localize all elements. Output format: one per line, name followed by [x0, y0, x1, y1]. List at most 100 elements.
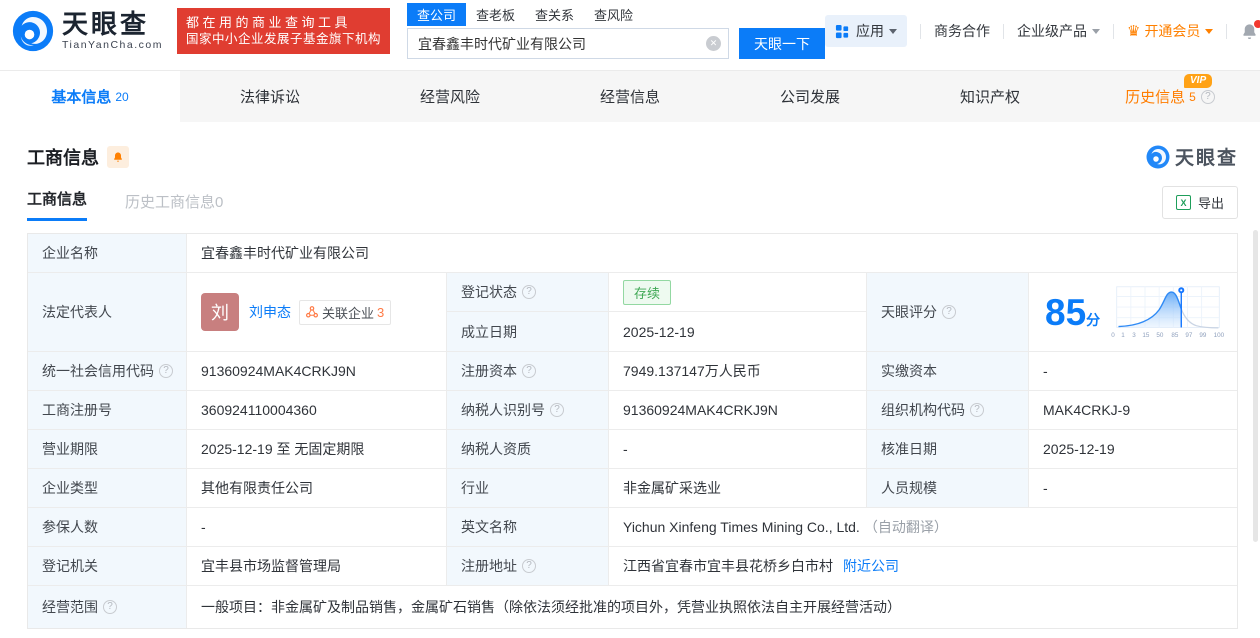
help-icon[interactable]: ? [522, 559, 536, 573]
help-icon[interactable]: ? [522, 364, 536, 378]
avatar[interactable]: 刘 [201, 293, 239, 331]
promo-line2: 国家中小企业发展子基金旗下机构 [185, 32, 381, 46]
label-text: 纳税人资质 [461, 441, 531, 457]
promo-line1: 都在用的商业查询工具 [185, 15, 351, 30]
help-icon[interactable]: ? [159, 364, 173, 378]
help-icon[interactable]: ? [942, 305, 956, 319]
reg-authority-value: 宜丰县市场监督管理局 [187, 547, 447, 586]
reg-number-value: 360924110004360 [187, 391, 447, 430]
header-divider [1226, 23, 1228, 39]
label-text: 纳税人识别号 [461, 402, 545, 418]
value-text: 宜春鑫丰时代矿业有限公司 [201, 245, 369, 261]
search-tab-relation[interactable]: 查关系 [525, 3, 584, 26]
value-text: 2025-12-19 至 无固定期限 [201, 441, 365, 457]
help-icon[interactable]: ? [970, 403, 984, 417]
tianyancha-logo[interactable]: 天眼查 TianYanCha.com [12, 10, 163, 52]
clear-icon[interactable]: ✕ [705, 36, 721, 51]
insured-count-label: 参保人数 [28, 508, 187, 547]
export-button[interactable]: X 导出 [1161, 186, 1238, 219]
label-text: 经营范围 [42, 599, 98, 615]
subscribe-bell-button[interactable] [107, 145, 129, 168]
help-icon[interactable]: ? [103, 600, 117, 614]
section-title: 工商信息 [27, 147, 99, 168]
label-text: 组织机构代码 [881, 402, 965, 418]
apps-menu[interactable]: 应用 [824, 15, 907, 47]
value-text: - [201, 519, 206, 535]
apps-grid-icon [835, 24, 849, 38]
top-header: 天眼查 TianYanCha.com 都在用的商业查询工具 国家中小企业发展子基… [0, 0, 1260, 62]
reg-capital-label: 注册资本? [447, 352, 609, 391]
tab-history-info[interactable]: VIP 历史信息 5 ? [1080, 71, 1260, 122]
header-divider [1002, 23, 1004, 39]
score-unit: 分 [1086, 311, 1101, 328]
value-text: 2025-12-19 [1043, 441, 1115, 457]
search-tab-company[interactable]: 查公司 [406, 3, 466, 26]
subtab-business-info[interactable]: 工商信息 [27, 188, 88, 221]
business-cooperation-link[interactable]: 商务合作 [934, 21, 990, 41]
search-button[interactable]: 天眼一下 [738, 28, 825, 59]
excel-icon: X [1175, 195, 1191, 210]
axis-tick: 85 [1170, 332, 1178, 339]
related-companies-badge[interactable]: 关联企业 3 [299, 299, 392, 325]
search-tabs: 查公司 查老板 查关系 查风险 [406, 3, 825, 26]
brand-name: 天眼查 [62, 9, 150, 39]
company-type-label: 企业类型 [28, 469, 187, 508]
tab-operation-risk[interactable]: 经营风险 [360, 71, 540, 122]
tab-basic-info[interactable]: 基本信息 20 [0, 71, 180, 122]
reg-number-label: 工商注册号 [28, 391, 187, 430]
axis-tick: 1 [1121, 332, 1126, 339]
org-code-label: 组织机构代码? [867, 391, 1029, 430]
taxpayer-quality-label: 纳税人资质 [447, 430, 609, 469]
subtab-history-business-info[interactable]: 历史工商信息0 [125, 191, 223, 221]
tab-history-info-label: 历史信息 [1125, 89, 1186, 106]
label-text: 企业类型 [42, 480, 98, 496]
header-divider [919, 23, 921, 39]
nearby-companies-link[interactable]: 附近公司 [843, 556, 899, 576]
tyc-score-value: 85 分 0 1 3 15 50 85 97 99 100 [1029, 273, 1237, 352]
reg-capital-value: 7949.137147万人民币 [609, 352, 867, 391]
watermark-text: 天眼查 [1174, 148, 1238, 169]
value-text: 91360924MAK4CRKJ9N [201, 363, 356, 379]
tab-operation-info-label: 经营信息 [599, 89, 660, 106]
tab-operation-risk-label: 经营风险 [419, 89, 480, 106]
help-icon[interactable]: ? [1200, 89, 1215, 104]
value-text: - [623, 441, 628, 457]
business-cooperation-label: 商务合作 [933, 23, 990, 39]
insured-count-value: - [187, 508, 447, 547]
org-code-value: MAK4CRKJ-9 [1029, 391, 1237, 430]
legal-rep-link[interactable]: 刘申态 [249, 302, 291, 322]
value-text: MAK4CRKJ-9 [1043, 402, 1131, 418]
tab-legal-proceedings[interactable]: 法律诉讼 [180, 71, 360, 122]
help-icon[interactable]: ? [522, 285, 536, 299]
scrollbar[interactable] [1253, 230, 1258, 542]
approval-date-label: 核准日期 [867, 430, 1029, 469]
label-text: 核准日期 [881, 441, 937, 457]
score-distribution-chart: 0 1 3 15 50 85 97 99 100 [1111, 285, 1225, 339]
tab-operation-info[interactable]: 经营信息 [540, 71, 720, 122]
credit-code-label: 统一社会信用代码? [28, 352, 187, 391]
axis-tick: 100 [1213, 332, 1225, 339]
axis-tick: 15 [1142, 332, 1150, 339]
notifications-bell[interactable] [1240, 19, 1260, 41]
chevron-down-icon [1091, 28, 1100, 34]
tab-intellectual-property[interactable]: 知识产权 [900, 71, 1080, 122]
search-tab-boss[interactable]: 查老板 [466, 3, 525, 26]
label-text: 法定代表人 [42, 304, 112, 320]
company-type-value: 其他有限责任公司 [187, 469, 447, 508]
value-text: 非金属矿采选业 [623, 480, 721, 496]
help-icon[interactable]: ? [550, 403, 564, 417]
business-term-value: 2025-12-19 至 无固定期限 [187, 430, 447, 469]
value-text: 一般项目：非金属矿及制品销售，金属矿石销售（除依法须经批准的项目外，凭营业执照依… [201, 599, 901, 615]
enterprise-products-menu[interactable]: 企业级产品 [1017, 21, 1100, 41]
label-text: 登记机关 [42, 558, 98, 574]
open-vip-menu[interactable]: ♛ 开通会员 [1127, 21, 1214, 41]
value-text: Yichun Xinfeng Times Mining Co., Ltd. [623, 519, 860, 535]
label-text: 人员规模 [881, 480, 937, 496]
business-scope-value: 一般项目：非金属矿及制品销售，金属矿石销售（除依法须经批准的项目外，凭营业执照依… [187, 586, 1237, 628]
approval-date-value: 2025-12-19 [1029, 430, 1237, 469]
search-input[interactable] [406, 28, 729, 59]
tab-company-development[interactable]: 公司发展 [720, 71, 900, 122]
score-axis-labels: 0 1 3 15 50 85 97 99 100 [1111, 332, 1225, 339]
search-tab-risk[interactable]: 查风险 [584, 3, 643, 26]
taxpayer-id-label: 纳税人识别号? [447, 391, 609, 430]
